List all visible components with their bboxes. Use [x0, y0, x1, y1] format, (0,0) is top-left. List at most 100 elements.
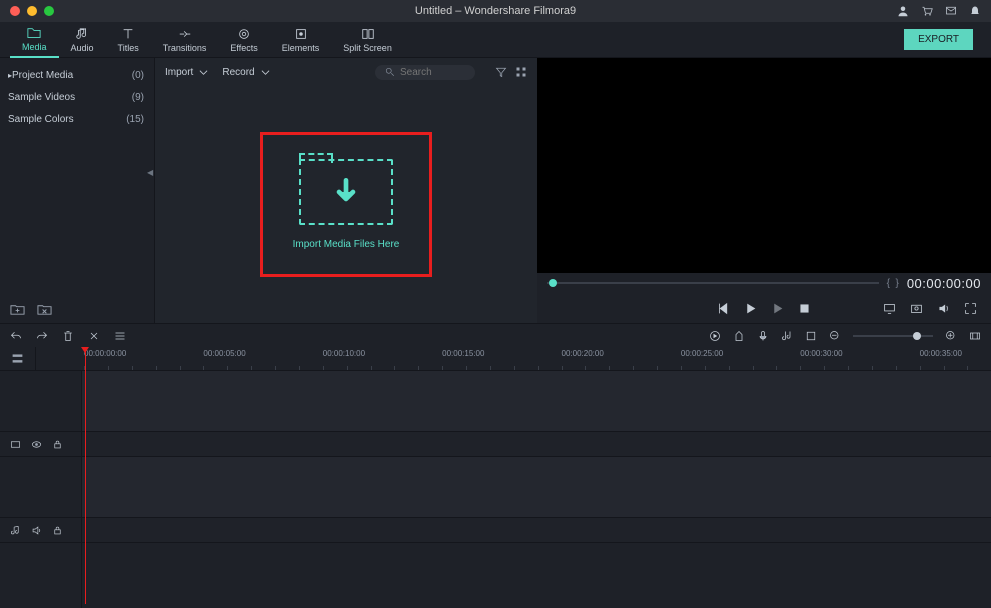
export-button[interactable]: EXPORT — [904, 29, 973, 50]
redo-button[interactable] — [36, 330, 48, 342]
preview-panel: { } 00:00:00:00 — [537, 58, 991, 323]
main-tabs-toolbar: Media Audio Titles Transitions Effects E… — [0, 22, 991, 58]
remove-folder-icon[interactable] — [37, 302, 52, 317]
elements-icon — [294, 27, 308, 41]
zoom-in-icon[interactable] — [945, 330, 957, 342]
tab-splitscreen[interactable]: Split Screen — [331, 22, 404, 58]
message-icon[interactable] — [945, 5, 957, 17]
music-note-icon — [75, 27, 89, 41]
undo-button[interactable] — [10, 330, 22, 342]
sidebar-item-project-media[interactable]: ▸Project Media (0) — [0, 64, 154, 86]
snapshot-icon[interactable] — [910, 302, 923, 315]
media-sidebar: ▸Project Media (0) Sample Videos (9) Sam… — [0, 58, 155, 323]
record-label: Record — [222, 67, 254, 78]
marker-icon[interactable] — [733, 330, 745, 342]
record-dropdown[interactable]: Record — [222, 67, 269, 78]
tab-media[interactable]: Media — [10, 22, 59, 58]
mute-icon[interactable] — [31, 525, 42, 536]
text-icon — [121, 27, 135, 41]
tab-titles[interactable]: Titles — [106, 22, 151, 58]
split-button[interactable] — [88, 330, 100, 342]
render-preview-icon[interactable] — [709, 330, 721, 342]
zoom-out-icon[interactable] — [829, 330, 841, 342]
zoom-slider[interactable] — [853, 335, 933, 337]
preview-timecode: 00:00:00:00 — [907, 276, 981, 291]
window-title: Untitled – Wondershare Filmora9 — [415, 5, 576, 17]
search-input-wrap[interactable] — [375, 65, 475, 80]
ruler-timestamp: 00:00:15:00 — [442, 349, 484, 358]
tab-label: Elements — [282, 43, 320, 53]
import-dropdown[interactable]: Import — [165, 67, 208, 78]
preview-viewport[interactable] — [537, 58, 991, 273]
sidebar-item-count: (0) — [132, 70, 144, 81]
add-folder-icon[interactable] — [10, 302, 25, 317]
sidebar-item-label: Project Media — [12, 70, 73, 81]
prev-frame-button[interactable] — [717, 302, 730, 315]
account-icon[interactable] — [897, 5, 909, 17]
crop-icon[interactable] — [805, 330, 817, 342]
sidebar-item-label: Sample Videos — [8, 92, 75, 103]
fullscreen-icon[interactable] — [964, 302, 977, 315]
next-frame-button[interactable] — [771, 302, 784, 315]
collapse-sidebar-handle[interactable]: ◀ — [147, 168, 153, 177]
preview-scrubber[interactable] — [547, 282, 879, 284]
filter-icon[interactable] — [495, 66, 507, 78]
tab-transitions[interactable]: Transitions — [151, 22, 219, 58]
visibility-icon[interactable] — [31, 439, 42, 450]
timeline-tracks — [0, 371, 991, 608]
notifications-icon[interactable] — [969, 5, 981, 17]
audio-mixer-icon[interactable] — [781, 330, 793, 342]
grid-view-icon[interactable] — [515, 66, 527, 78]
video-track-2[interactable] — [0, 371, 991, 432]
stop-button[interactable] — [798, 302, 811, 315]
timeline-empty-area — [0, 543, 991, 608]
minimize-window-button[interactable] — [27, 6, 37, 16]
import-dropzone[interactable] — [299, 159, 393, 225]
tab-label: Media — [22, 42, 47, 52]
zoom-fit-icon[interactable] — [969, 330, 981, 342]
markers-icon: { } — [887, 278, 899, 289]
media-panel: ◀ Import Record — [155, 58, 537, 323]
tab-audio[interactable]: Audio — [59, 22, 106, 58]
window-titlebar: Untitled – Wondershare Filmora9 — [0, 0, 991, 22]
volume-icon[interactable] — [937, 302, 950, 315]
edit-menu-icon[interactable] — [114, 330, 126, 342]
voiceover-icon[interactable] — [757, 330, 769, 342]
tab-effects[interactable]: Effects — [218, 22, 269, 58]
filmstrip-icon — [10, 439, 21, 450]
ruler-timestamp: 00:00:10:00 — [323, 349, 365, 358]
import-label: Import — [165, 67, 193, 78]
dropzone-text: Import Media Files Here — [293, 239, 400, 250]
search-input[interactable] — [400, 67, 460, 78]
maximize-window-button[interactable] — [44, 6, 54, 16]
tab-label: Effects — [230, 43, 257, 53]
playhead[interactable] — [85, 347, 86, 604]
cart-icon[interactable] — [921, 5, 933, 17]
tab-label: Audio — [71, 43, 94, 53]
lock-icon[interactable] — [52, 439, 63, 450]
ruler-timestamp: 00:00:20:00 — [562, 349, 604, 358]
display-device-icon[interactable] — [883, 302, 896, 315]
sidebar-item-sample-colors[interactable]: Sample Colors (15) — [0, 108, 154, 130]
play-button[interactable] — [744, 302, 757, 315]
import-dropzone-highlight: Import Media Files Here — [260, 132, 433, 277]
ruler-timestamp: 00:00:30:00 — [800, 349, 842, 358]
tab-elements[interactable]: Elements — [270, 22, 332, 58]
manage-tracks-icon[interactable] — [11, 352, 24, 365]
delete-button[interactable] — [62, 330, 74, 342]
lock-icon[interactable] — [52, 525, 63, 536]
ruler-timestamp: 00:00:35:00 — [920, 349, 962, 358]
audio-track-spacer[interactable] — [0, 457, 991, 518]
chevron-down-icon — [261, 68, 270, 77]
close-window-button[interactable] — [10, 6, 20, 16]
timeline-ruler[interactable]: 00:00:00:0000:00:05:0000:00:10:0000:00:1… — [0, 347, 991, 371]
audio-track-1[interactable] — [0, 518, 991, 543]
folder-icon — [27, 26, 41, 40]
tab-label: Transitions — [163, 43, 207, 53]
tab-label: Split Screen — [343, 43, 392, 53]
video-track-1[interactable] — [0, 432, 991, 457]
effects-icon — [237, 27, 251, 41]
sidebar-item-sample-videos[interactable]: Sample Videos (9) — [0, 86, 154, 108]
sidebar-item-count: (9) — [132, 92, 144, 103]
chevron-down-icon — [199, 68, 208, 77]
